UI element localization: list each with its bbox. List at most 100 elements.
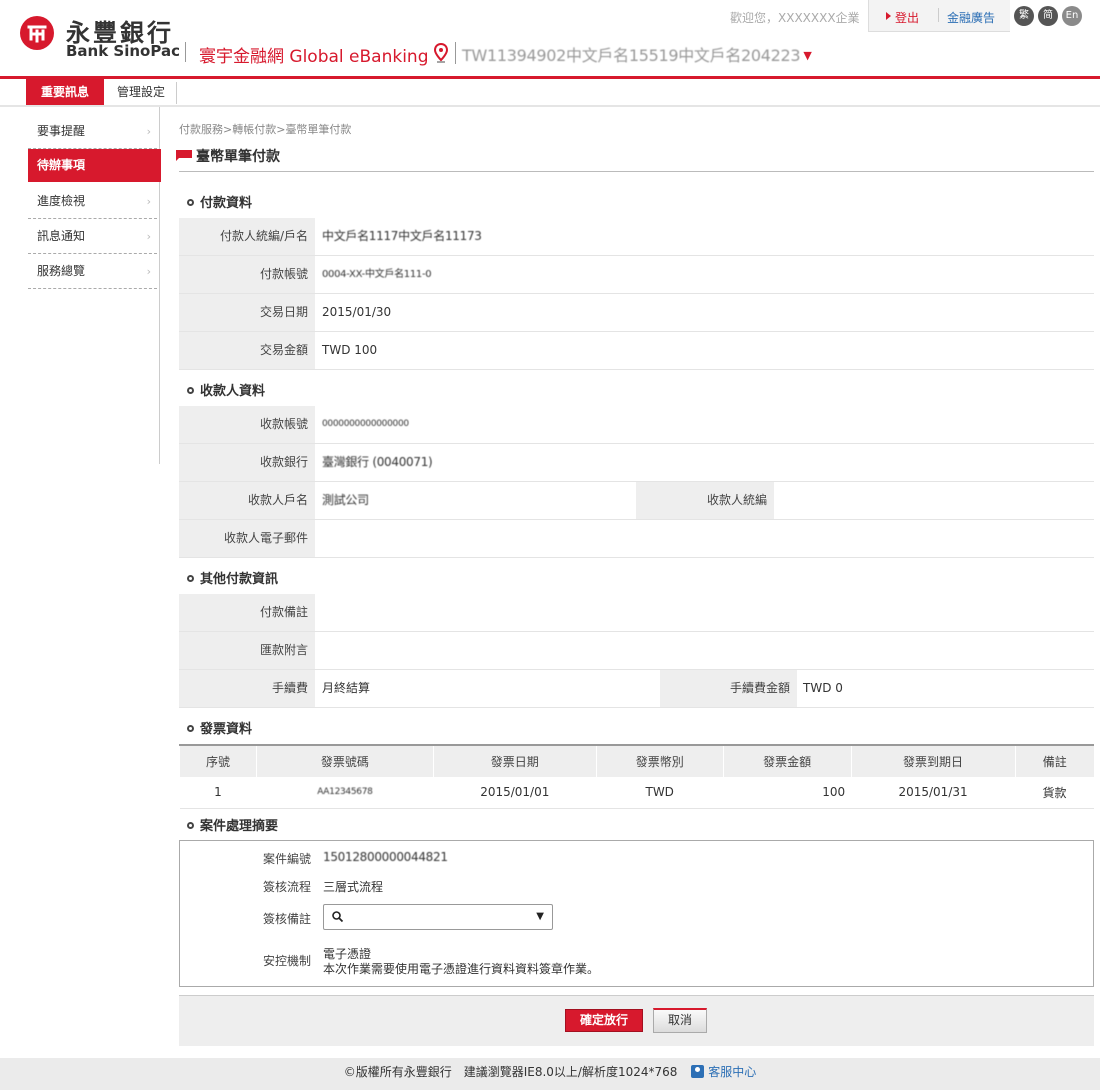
financial-ad-link[interactable]: 金融廣告 (947, 9, 995, 26)
chevron-right-icon: › (146, 265, 151, 278)
table-cell: 貨款 (1015, 777, 1094, 809)
link-divider (938, 8, 939, 22)
person-icon (691, 1065, 705, 1078)
remittance-message-row: 匯款附言 (179, 632, 1094, 670)
breadcrumb-current: 臺幣單筆付款 (285, 123, 352, 136)
column-header: 備註 (1014, 744, 1094, 777)
sidebar-item-label: 要事提醒 (37, 124, 86, 138)
fee-amount-value: TWD 0 (803, 681, 843, 695)
table-header-row: 序號 發票號碼 發票日期 發票幣別 發票金額 發票到期日 備註 (179, 744, 1094, 777)
logout-link[interactable]: 登出 (885, 9, 919, 26)
section-case-summary: 案件處理摘要 (187, 815, 278, 834)
tab-important-messages[interactable]: 重要訊息 (26, 79, 104, 105)
confirm-release-button[interactable]: 確定放行 (565, 1009, 643, 1032)
field-label: 案件編號 (262, 852, 311, 866)
bullet-icon (187, 822, 194, 829)
bullet-icon (187, 387, 194, 394)
chevron-right-icon: › (146, 125, 151, 138)
bank-logo-icon[interactable] (20, 16, 54, 50)
fee-row: 手續費 月終結算 手續費金額 TWD 0 (179, 670, 1094, 708)
customer-service-link[interactable]: 客服中心 (691, 1065, 756, 1079)
field-label: 付款備註 (179, 594, 315, 631)
payee-name-row: 收款人戶名 測試公司 收款人統編 (179, 482, 1094, 520)
sidebar-item-reminders[interactable]: 要事提醒 › (28, 114, 157, 149)
payer-account-row: 付款帳號 0004-XX-中文戶名111-0 (179, 256, 1094, 294)
payer-id-row: 付款人統編/戶名 中文戶名1117中文戶名11173 (179, 218, 1094, 256)
chevron-down-icon: ▼ (803, 49, 812, 62)
approval-remark-select[interactable]: ▼ (323, 904, 553, 930)
lang-traditional-button[interactable]: 繁 (1014, 6, 1034, 26)
section-title: 收款人資料 (200, 384, 266, 399)
sidebar-item-todo[interactable]: 待辦事項 (28, 149, 161, 182)
lang-simplified-button[interactable]: 简 (1038, 6, 1058, 26)
sidebar-item-services[interactable]: 服務總覽 › (28, 254, 157, 289)
welcome-text: 歡迎您，XXXXXXX企業 (730, 11, 860, 25)
field-label: 交易金額 (179, 332, 315, 369)
column-header: 發票號碼 (255, 744, 434, 777)
payee-bank-value: 臺灣銀行 (0040071) (322, 455, 433, 469)
section-title: 其他付款資訊 (200, 572, 279, 587)
section-payment-info: 付款資料 (187, 192, 252, 211)
lang-english-button[interactable]: En (1062, 6, 1082, 26)
sidebar-item-label: 訊息通知 (37, 229, 86, 243)
sidebar-item-label: 待辦事項 (37, 158, 86, 172)
transaction-date-value: 2015/01/30 (322, 305, 392, 319)
transaction-amount-row: 交易金額 TWD 100 (179, 332, 1094, 370)
breadcrumb-payment-services[interactable]: 付款服務 (179, 123, 223, 136)
case-summary-box: 案件編號 15012800000044821 簽核流程 三層式流程 簽核備註 ▼… (179, 840, 1094, 987)
sidebar-item-notifications[interactable]: 訊息通知 › (28, 219, 157, 254)
approval-flow-value: 三層式流程 (323, 880, 384, 894)
bullet-icon (187, 575, 194, 582)
transaction-date-row: 交易日期 2015/01/30 (179, 294, 1094, 332)
bank-name-en: Bank SinoPac (66, 42, 180, 60)
title-divider (179, 171, 1094, 172)
field-label: 簽核流程 (262, 880, 311, 894)
chevron-right-icon: › (146, 230, 151, 243)
table-cell: 2015/01/31 (851, 777, 1016, 809)
bullet-icon (187, 199, 194, 206)
sidebar-item-label: 服務總覽 (37, 264, 86, 278)
section-payee-info: 收款人資料 (187, 380, 265, 399)
column-header: 發票幣別 (595, 744, 724, 777)
table-cell: AA12345678 (256, 777, 434, 809)
payment-note-row: 付款備註 (179, 594, 1094, 632)
field-label: 交易日期 (179, 294, 315, 331)
account-selector[interactable]: TW11394902中文戶名15519中文戶名204223 ▼ (462, 42, 812, 66)
cancel-button[interactable]: 取消 (653, 1008, 707, 1033)
field-label: 收款人統編 (636, 482, 774, 519)
field-label: 收款人戶名 (179, 482, 315, 519)
payee-bank-row: 收款銀行 臺灣銀行 (0040071) (179, 444, 1094, 482)
field-label: 簽核備註 (262, 912, 311, 926)
table-row: 1 AA12345678 2015/01/01 TWD 100 2015/01/… (179, 777, 1094, 809)
payee-account-value: 0000000000000000 (322, 419, 409, 429)
product-name: 寰宇金融網 Global eBanking (199, 47, 429, 67)
security-note: 本次作業需要使用電子憑證進行資料資料簽章作業。 (323, 962, 600, 976)
account-selector-value: TW11394902中文戶名15519中文戶名204223 (462, 46, 801, 65)
dropdown-arrow-icon: ▼ (536, 911, 544, 922)
page-footer: ©版權所有永豐銀行 建議瀏覽器IE8.0以上/解析度1024*768 客服中心 (0, 1058, 1100, 1090)
table-cell: 2015/01/01 (433, 777, 597, 809)
section-other-info: 其他付款資訊 (187, 568, 278, 587)
tab-management-settings[interactable]: 管理設定 (106, 79, 176, 105)
payee-email-row: 收款人電子郵件 (179, 520, 1094, 558)
field-label: 收款銀行 (179, 444, 315, 481)
fee-value: 月終結算 (322, 681, 371, 695)
field-label: 手續費 (179, 670, 315, 707)
breadcrumb: 付款服務>轉帳付款>臺幣單筆付款 (179, 123, 352, 136)
case-number-value: 15012800000044821 (323, 850, 448, 864)
top-links: 登出 金融廣告 (868, 0, 1010, 32)
column-header: 發票日期 (432, 744, 597, 777)
invoice-table: 序號 發票號碼 發票日期 發票幣別 發票金額 發票到期日 備註 1 AA1234… (179, 744, 1094, 809)
field-label: 手續費金額 (660, 670, 797, 707)
bullet-icon (187, 725, 194, 732)
field-label: 付款帳號 (179, 256, 315, 293)
page-header: 永豐銀行 Bank SinoPac 寰宇金融網 Global eBanking … (0, 0, 1100, 76)
table-cell: TWD (596, 777, 724, 809)
copyright-text: ©版權所有永豐銀行 建議瀏覽器IE8.0以上/解析度1024*768 (343, 1065, 678, 1079)
sidebar-item-label: 進度檢視 (37, 194, 86, 208)
field-label: 匯款附言 (179, 632, 315, 669)
chevron-right-icon: › (146, 195, 151, 208)
table-cell: 1 (179, 777, 257, 809)
sidebar-item-progress[interactable]: 進度檢視 › (28, 184, 157, 219)
breadcrumb-transfer-payment[interactable]: 轉帳付款 (232, 123, 276, 136)
